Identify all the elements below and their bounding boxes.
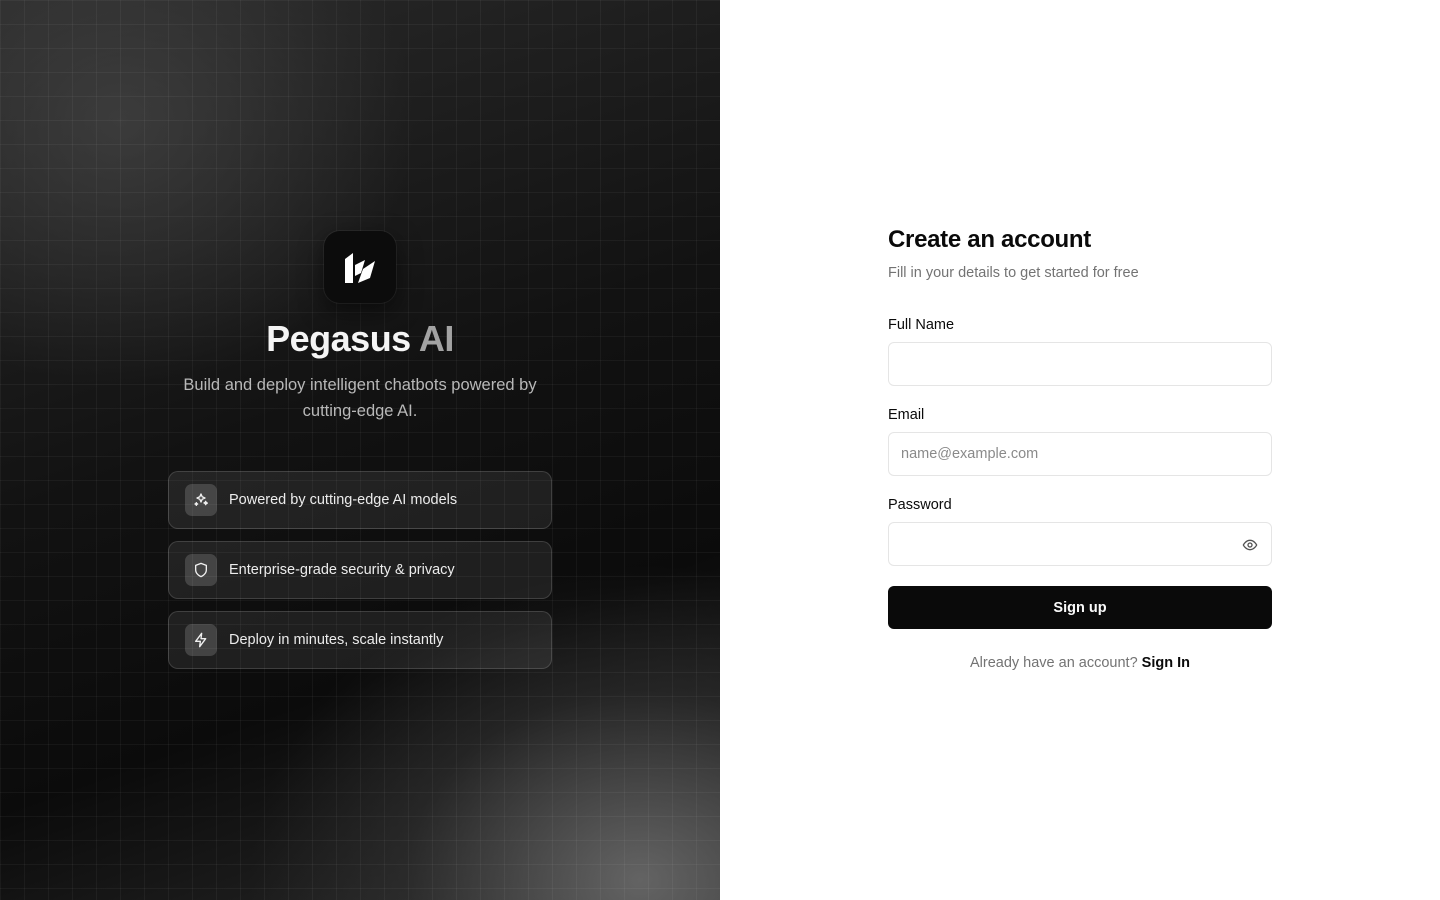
email-input[interactable] [889,433,1271,475]
password-field-wrapper [888,522,1272,566]
signup-form-panel: Create an account Fill in your details t… [720,0,1440,900]
email-field-wrapper [888,432,1272,476]
feature-item-deploy: Deploy in minutes, scale instantly [168,611,552,669]
email-label: Email [888,407,925,423]
password-label: Password [888,497,952,513]
form-subtitle: Fill in your details to get started for … [888,265,1139,281]
shield-icon [185,554,217,586]
full-name-field-wrapper [888,342,1272,386]
eye-icon[interactable] [1241,536,1259,554]
feature-list: Powered by cutting-edge AI models Enterp… [168,471,552,669]
brand-title: Pegasus AI [0,318,720,360]
full-name-label: Full Name [888,317,955,333]
signin-prompt-text: Already have an account? [969,655,1138,671]
brand-accent: AI [418,318,455,359]
full-name-input[interactable] [889,343,1271,385]
feature-label: Powered by cutting-edge AI models [229,492,458,508]
brand-name: Pegasus [266,318,411,359]
lightning-icon [185,624,217,656]
signin-prompt-row: Already have an account? Sign In [888,655,1272,671]
hero-tagline: Build and deploy intelligent chatbots po… [183,376,537,420]
sparkles-icon [185,484,217,516]
feature-label: Enterprise-grade security & privacy [229,562,455,578]
signin-link[interactable]: Sign In [1142,655,1190,671]
feature-item-ai-models: Powered by cutting-edge AI models [168,471,552,529]
pegasus-logo-icon [324,231,396,303]
feature-item-security: Enterprise-grade security & privacy [168,541,552,599]
form-title: Create an account [888,226,1091,253]
hero-panel: Pegasus AI Build and deploy intelligent … [0,0,720,900]
feature-label: Deploy in minutes, scale instantly [229,632,444,648]
password-input[interactable] [889,523,1271,565]
signup-button[interactable]: Sign up [888,586,1272,629]
